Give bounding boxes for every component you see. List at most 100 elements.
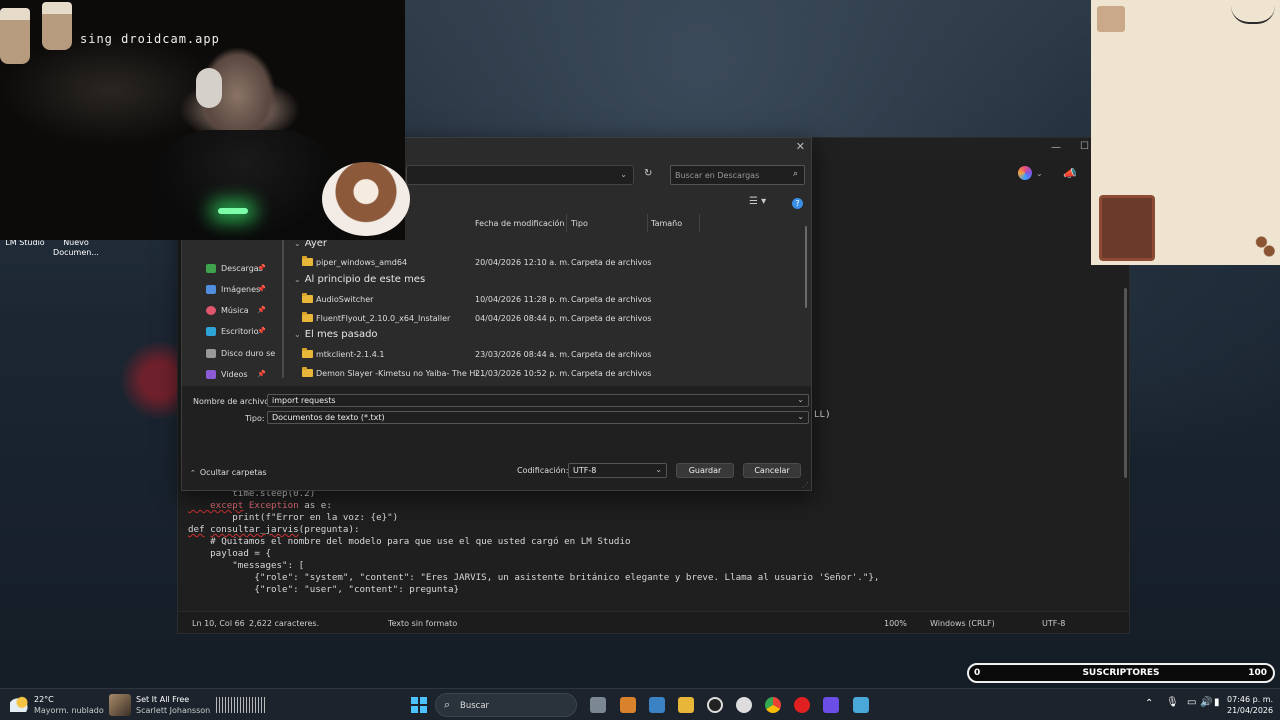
- status-encoding[interactable]: UTF-8: [1042, 619, 1065, 628]
- column-divider: [566, 214, 567, 232]
- media-title[interactable]: Set It All Free: [136, 695, 189, 704]
- file-date: 20/04/2026 12:10 a. m.: [475, 258, 570, 267]
- group-header[interactable]: ⌄ Al principio de este mes: [294, 274, 425, 285]
- file-row[interactable]: mtkclient-2.1.4.1 23/03/2026 08:44 a. m. C…: [302, 346, 802, 365]
- battery-icon[interactable]: ▮: [1214, 697, 1220, 708]
- maximize-icon[interactable]: ☐: [1080, 141, 1089, 152]
- filename-value: import requests: [272, 396, 336, 405]
- folder-icon: [302, 293, 313, 303]
- sidebar-item-videos[interactable]: Videos 📌: [182, 364, 278, 384]
- desktop-icon-nuevo-documento[interactable]: Nuevo Documen...: [50, 238, 102, 258]
- pin-icon[interactable]: 📌: [257, 370, 266, 378]
- code-line: def consultar_jarvis(pregunta):: [188, 524, 360, 535]
- pin-icon[interactable]: 📌: [257, 327, 266, 335]
- file-name: piper_windows_amd64: [316, 258, 408, 267]
- file-row[interactable]: piper_windows_amd64 20/04/2026 12:10 a. m…: [302, 254, 802, 273]
- coffee-beans-icon: [1251, 230, 1277, 260]
- chevron-down-icon[interactable]: ⌄: [620, 170, 627, 179]
- store-icon[interactable]: [649, 697, 665, 713]
- hide-folders-toggle[interactable]: ⌃ Ocultar carpetas: [190, 468, 267, 477]
- column-size[interactable]: Tamaño: [651, 219, 682, 228]
- file-row[interactable]: AudioSwitcher 10/04/2026 11:28 p. m. Carpe…: [302, 291, 802, 310]
- notepad-icon[interactable]: [853, 697, 869, 713]
- megaphone-icon[interactable]: 📣: [1063, 167, 1077, 180]
- scrollbar[interactable]: [1124, 288, 1127, 478]
- weather-temp[interactable]: 22°C: [34, 695, 54, 704]
- sidebar-item-escritorio[interactable]: Escritorio 📌: [182, 321, 278, 341]
- sidebar-item-disco[interactable]: Disco duro se: [182, 343, 278, 363]
- taskbar: 22°C Mayorm. nublado Set It All Free Sca…: [0, 688, 1280, 720]
- pin-icon[interactable]: 📌: [257, 306, 266, 314]
- microphone-icon[interactable]: 🎙: [1166, 697, 1179, 708]
- album-art[interactable]: [109, 694, 131, 716]
- sidebar-item-musica[interactable]: Música 📌: [182, 300, 278, 320]
- folder-icon: [302, 256, 313, 266]
- chevron-down-icon[interactable]: ⌄: [797, 395, 804, 404]
- app-icon[interactable]: [707, 697, 723, 713]
- recording-icon[interactable]: [794, 697, 810, 713]
- encoding-select[interactable]: UTF-8 ⌄: [568, 463, 667, 478]
- close-icon[interactable]: ✕: [796, 140, 805, 153]
- code-fragment: LL): [814, 409, 831, 420]
- chrome-icon[interactable]: [765, 697, 781, 713]
- chevron-down-icon[interactable]: ⌄: [1036, 169, 1043, 178]
- column-type[interactable]: Tipo: [571, 219, 588, 228]
- minimize-icon[interactable]: —: [1051, 142, 1061, 153]
- chevron-down-icon[interactable]: ⌄: [655, 465, 662, 474]
- status-bar: Ln 10, Col 66 2,622 caracteres. Texto si…: [178, 611, 1129, 633]
- refresh-icon[interactable]: ↻: [644, 168, 652, 179]
- sidebar-item-label: Imágenes: [221, 284, 261, 294]
- chevron-up-icon[interactable]: ⌃: [1145, 698, 1153, 709]
- search-box[interactable]: ⌕ Buscar: [435, 693, 577, 717]
- view-options-icon[interactable]: ☰ ▾: [749, 196, 766, 207]
- cancel-button[interactable]: Cancelar: [743, 463, 801, 478]
- pin-icon[interactable]: 📌: [257, 285, 266, 293]
- clock-date[interactable]: 21/04/2026: [1227, 706, 1273, 715]
- code-line: payload = {: [188, 548, 271, 559]
- search-icon[interactable]: ⌕: [793, 169, 798, 179]
- help-icon[interactable]: ?: [792, 198, 803, 209]
- column-date[interactable]: Fecha de modificación: [475, 219, 564, 228]
- group-label: Al principio de este mes: [304, 274, 426, 285]
- start-icon[interactable]: [411, 697, 427, 713]
- folder-icon: [302, 367, 313, 377]
- clock-time[interactable]: 07:46 p. m.: [1227, 695, 1273, 704]
- sidebar-scrollbar[interactable]: [282, 228, 284, 378]
- app-icon[interactable]: [823, 697, 839, 713]
- monitor-icon[interactable]: ▭: [1187, 697, 1196, 708]
- address-bar[interactable]: ⌄: [406, 165, 634, 185]
- copilot-icon[interactable]: [1018, 166, 1032, 180]
- coffee-decoration-panel: [1091, 0, 1280, 265]
- pin-icon[interactable]: 📌: [257, 264, 266, 272]
- speaker-icon[interactable]: 🔊: [1200, 697, 1212, 708]
- filename-input[interactable]: import requests ⌄: [267, 394, 809, 407]
- sidebar-item-descargas[interactable]: Descargas 📌: [182, 258, 278, 278]
- file-explorer-icon[interactable]: [678, 697, 694, 713]
- code-line: "messages": [: [188, 560, 305, 571]
- location-icon[interactable]: [736, 697, 752, 713]
- cam-watermark: sing droidcam.app: [80, 32, 220, 46]
- weather-desc[interactable]: Mayorm. nublado: [34, 706, 104, 715]
- status-zoom[interactable]: 100%: [884, 619, 907, 628]
- code-line: {"role": "system", "content": "Eres JARV…: [188, 572, 880, 583]
- file-row[interactable]: Demon Slayer -Kimetsu no Yaiba- The Hi..…: [302, 365, 802, 384]
- save-button[interactable]: Guardar: [676, 463, 734, 478]
- file-list-scrollbar[interactable]: [805, 226, 807, 308]
- code-line: {"role": "user", "content": pregunta}: [188, 584, 460, 595]
- file-row[interactable]: FluentFlyout_2.10.0_x64_Installer 04/04/2…: [302, 310, 802, 329]
- person-body: [150, 130, 340, 240]
- app-icon[interactable]: [620, 697, 636, 713]
- task-view-icon[interactable]: [590, 697, 606, 713]
- file-type-select[interactable]: Documentos de texto (*.txt) ⌄: [267, 411, 809, 424]
- chevron-down-icon[interactable]: ⌄: [797, 412, 804, 421]
- status-eol[interactable]: Windows (CRLF): [930, 619, 995, 628]
- code-editor[interactable]: time.sleep(0.2) except Exception as e: p…: [188, 488, 879, 596]
- resize-grip-icon[interactable]: ⋰: [802, 481, 809, 489]
- media-artist[interactable]: Scarlett Johansson: [136, 706, 210, 715]
- weather-icon[interactable]: [10, 696, 30, 712]
- pictures-icon: [206, 284, 216, 294]
- search-input[interactable]: Buscar en Descargas ⌕: [670, 165, 805, 185]
- group-header[interactable]: ⌄ El mes pasado: [294, 329, 378, 340]
- sidebar-item-imagenes[interactable]: Imágenes 📌: [182, 279, 278, 299]
- desktop-icon: [206, 326, 216, 336]
